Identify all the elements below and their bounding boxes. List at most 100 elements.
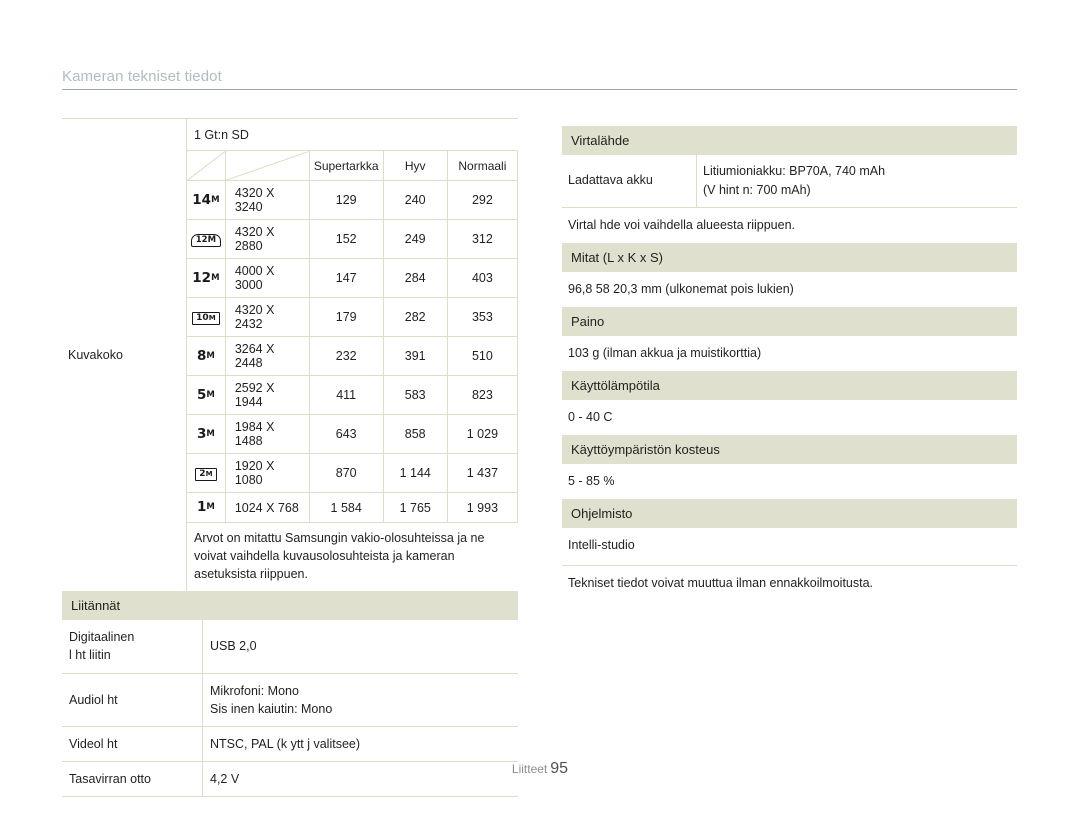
- cell-fine: 1 765: [382, 492, 448, 523]
- cell-normal: 403: [446, 258, 519, 298]
- software-band: Ohjelmisto: [562, 499, 1017, 529]
- 8m-icon: 8M: [187, 336, 226, 376]
- cell-superfine: 232: [308, 336, 384, 376]
- cell-resolution: 4320 X 2432: [224, 297, 310, 337]
- cell-fine: 249: [382, 219, 448, 259]
- 10m-wide-icon: 10M: [187, 297, 226, 337]
- image-size-footnote: Arvot on mitattu Samsungin vakio-olosuht…: [194, 531, 485, 581]
- cell-fine: 858: [382, 414, 448, 454]
- connector-key-line1: Videol ht: [69, 736, 118, 751]
- table-header-row: Supertarkka Hyv Normaali: [187, 150, 519, 181]
- cell-normal: 1 029: [446, 414, 519, 454]
- cell-superfine: 870: [308, 453, 384, 493]
- table-row: 14M 4320 X 3240 129 240 292: [187, 180, 519, 220]
- power-note: Virtal hde voi vaihdella alueesta riippu…: [568, 217, 796, 232]
- cell-normal: 292: [446, 180, 519, 220]
- connector-value-line1: USB 2,0: [210, 639, 257, 654]
- cell-resolution: 2592 X 1944: [224, 375, 310, 415]
- cell-resolution: 4000 X 3000: [224, 258, 310, 298]
- 5m-icon: 5M: [187, 375, 226, 415]
- disclaimer-text: Tekniset tiedot voivat muuttua ilman enn…: [568, 576, 874, 591]
- cell-fine: 583: [382, 375, 448, 415]
- cell-normal: 353: [446, 297, 519, 337]
- column-header-fine: Hyv: [382, 150, 448, 181]
- table-row: Digitaalinen l ht liitin USB 2,0: [62, 620, 518, 674]
- cell-resolution: 4320 X 3240: [224, 180, 310, 220]
- cell-normal: 312: [446, 219, 519, 259]
- connector-value-line1: Mikrofoni: Mono: [210, 683, 299, 698]
- temperature-value: 0 - 40 C: [568, 409, 613, 424]
- cell-superfine: 179: [308, 297, 384, 337]
- image-size-body: 1 Gt:n SD Supertarkka Hyv Normaali 14M 43…: [187, 119, 519, 591]
- table-row: Audiol ht Mikrofoni: Mono Sis inen kaiutin…: [62, 673, 518, 727]
- weight-band: Paino: [562, 306, 1017, 336]
- 12m-wide-icon: 12M: [187, 219, 226, 259]
- cell-resolution: 1024 X 768: [224, 492, 310, 523]
- humidity-band: Käyttöympäristön kosteus: [562, 435, 1017, 464]
- table-row: 8M 3264 X 2448 232 391 510: [187, 336, 519, 376]
- 3m-icon: 3M: [187, 414, 226, 454]
- corner-cell-2: [225, 150, 310, 181]
- cell-normal: 510: [446, 336, 519, 376]
- connectors-band: Liitännät: [62, 591, 518, 621]
- table-row: 1M 1024 X 768 1 584 1 765 1 993: [187, 492, 519, 523]
- column-header-superfine: Supertarkka: [308, 150, 384, 181]
- cell-resolution: 1984 X 1488: [224, 414, 310, 454]
- table-row: 10M 4320 X 2432 179 282 353: [187, 297, 519, 337]
- table-row: 12M 4320 X 2880 152 249 312: [187, 219, 519, 259]
- cell-resolution: 3264 X 2448: [224, 336, 310, 376]
- table-row: 12M 4000 X 3000 147 284 403: [187, 258, 519, 298]
- cell-normal: 823: [446, 375, 519, 415]
- corner-cell: [187, 150, 226, 181]
- page-running-head: Kameran tekniset tiedot: [62, 68, 1017, 90]
- table-row: Videol ht NTSC, PAL (k ytt j valitsee): [62, 726, 518, 762]
- page-footer: Liitteet 95: [0, 760, 1080, 778]
- cell-superfine: 129: [308, 180, 384, 220]
- cell-superfine: 152: [308, 219, 384, 259]
- connector-key: Videol ht: [62, 726, 203, 762]
- image-size-row-label: Kuvakoko: [62, 119, 187, 592]
- cell-fine: 282: [382, 297, 448, 337]
- 14m-icon: 14M: [187, 180, 226, 220]
- connector-value: USB 2,0: [202, 620, 518, 674]
- page-title: Kameran tekniset tiedot: [62, 68, 222, 85]
- cell-fine: 1 144: [382, 453, 448, 493]
- 12m-icon: 12M: [187, 258, 226, 298]
- cell-superfine: 147: [308, 258, 384, 298]
- 1m-icon: 1M: [187, 492, 226, 523]
- footer-page-number: 95: [550, 760, 569, 777]
- weight-value: 103 g (ilman akkua ja muistikorttia): [568, 345, 762, 360]
- image-size-table-body: 14M 4320 X 3240 129 240 292 12M 4320 X 2880 152…: [187, 180, 519, 523]
- connector-key-line1: Audiol ht: [69, 692, 118, 707]
- cell-resolution: 1920 X 1080: [224, 453, 310, 493]
- footer-section-label: Liitteet: [511, 762, 548, 776]
- cell-superfine: 411: [308, 375, 384, 415]
- power-value-line1: Litiumioniakku: BP70A, 740 mAh: [703, 164, 886, 178]
- connector-key: Audiol ht: [62, 673, 203, 727]
- table-row: Ladattava akku Litiumioniakku: BP70A, 74…: [562, 155, 1017, 208]
- image-size-section: Kuvakoko 1 Gt:n SD Supertarkka Hyv Norma…: [62, 118, 519, 592]
- cell-fine: 240: [382, 180, 448, 220]
- connector-key-line1: Digitaalinen: [69, 630, 135, 645]
- connector-value-line1: NTSC, PAL (k ytt j valitsee): [210, 736, 361, 751]
- software-value: Intelli-studio: [568, 538, 635, 553]
- cell-resolution: 4320 X 2880: [224, 219, 310, 259]
- connector-value-line2: Sis inen kaiutin: Mono: [210, 701, 333, 716]
- right-column: Virtalähde Ladattava akku Litiumioniakku…: [562, 126, 1017, 601]
- power-table: Ladattava akku Litiumioniakku: BP70A, 74…: [562, 155, 1017, 208]
- column-header-normal: Normaali: [446, 150, 519, 181]
- temperature-band: Käyttölämpötila: [562, 370, 1017, 400]
- power-value-line2: (V hint n: 700 mAh): [703, 182, 811, 197]
- connector-value: NTSC, PAL (k ytt j valitsee): [202, 726, 518, 762]
- power-value: Litiumioniakku: BP70A, 740 mAh (V hint n…: [696, 155, 1017, 208]
- connector-value: Mikrofoni: Mono Sis inen kaiutin: Mono: [202, 673, 518, 727]
- cell-superfine: 1 584: [308, 492, 384, 523]
- image-size-table: Supertarkka Hyv Normaali 14M 4320 X 3240 1…: [187, 150, 519, 523]
- table-row: 3M 1984 X 1488 643 858 1 029: [187, 414, 519, 454]
- document-page: Kameran tekniset tiedot Kuvakoko 1 Gt:n …: [0, 0, 1080, 815]
- cell-normal: 1 437: [446, 453, 519, 493]
- table-row: 2M 1920 X 1080 870 1 144 1 437: [187, 453, 519, 493]
- left-column: Kuvakoko 1 Gt:n SD Supertarkka Hyv Norma…: [62, 118, 519, 798]
- card-capacity-label: 1 Gt:n SD: [194, 128, 249, 142]
- power-band: Virtalähde: [562, 126, 1017, 155]
